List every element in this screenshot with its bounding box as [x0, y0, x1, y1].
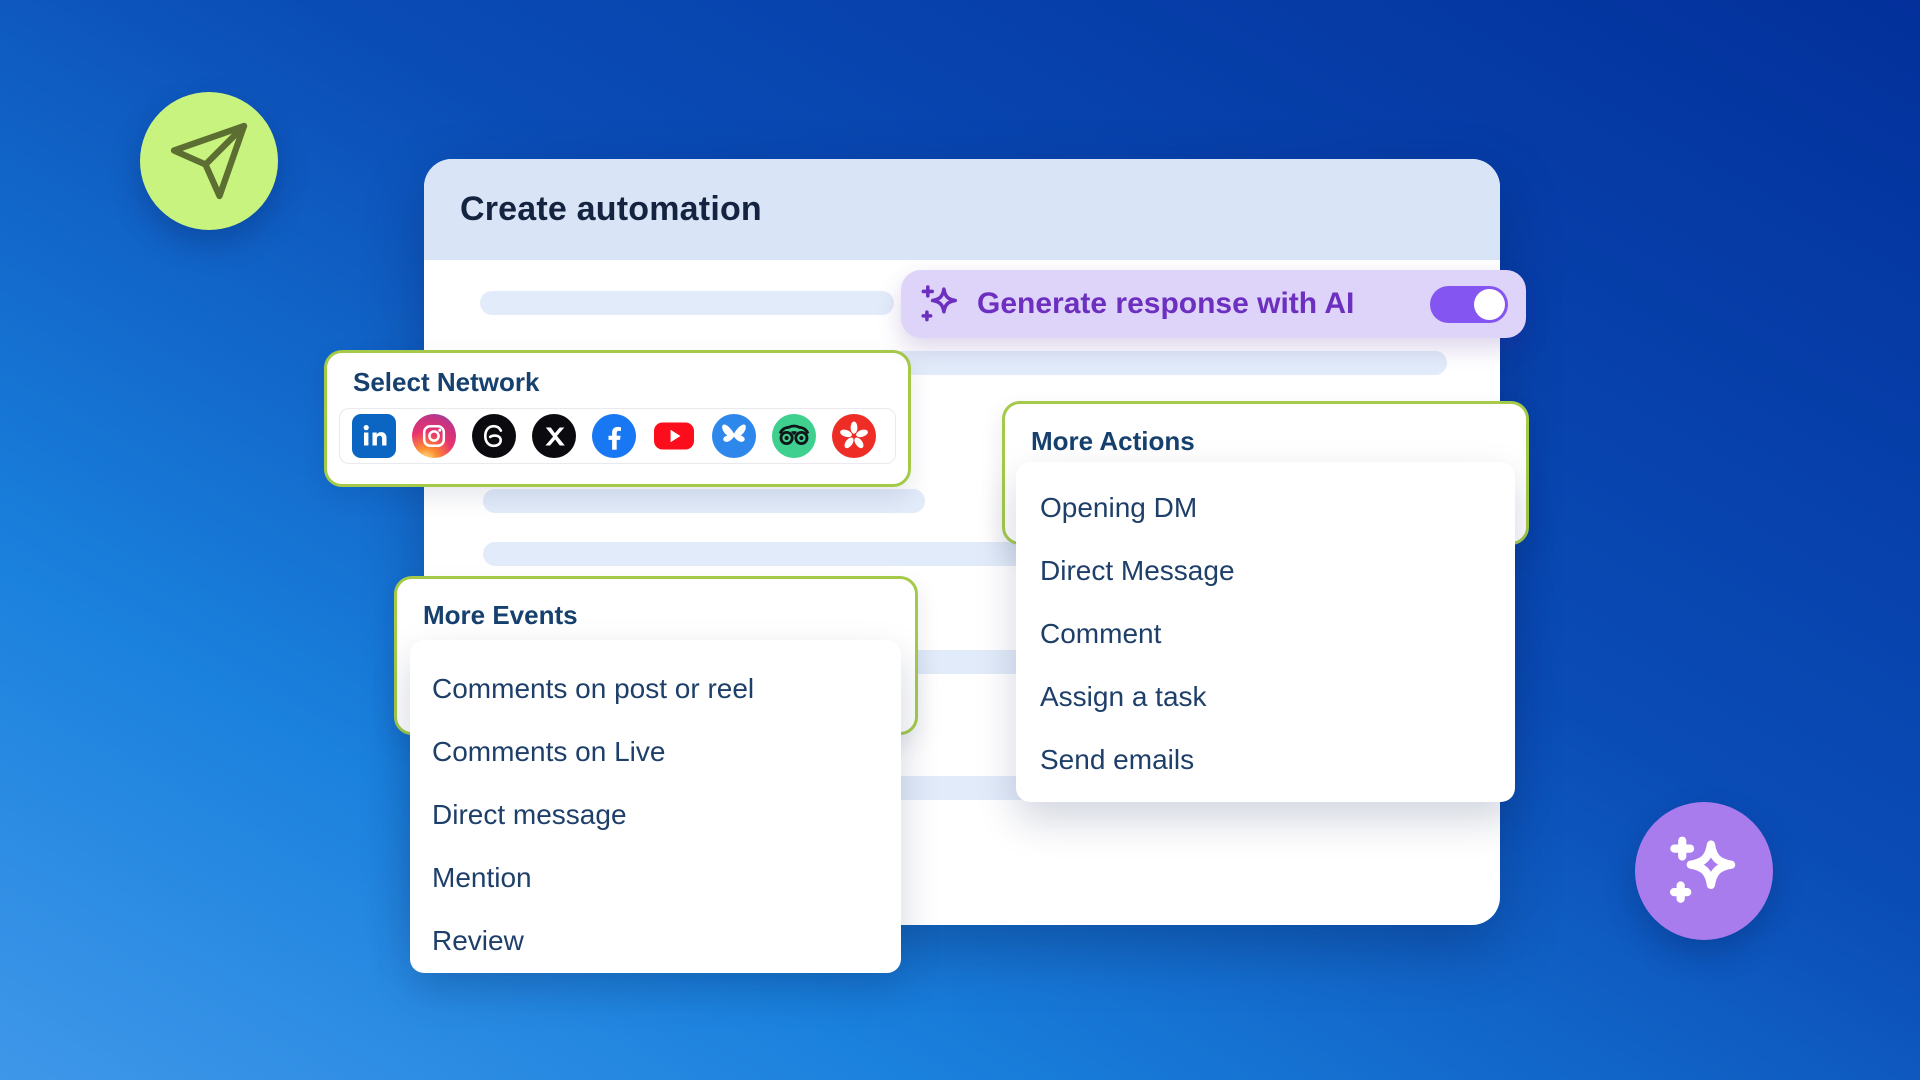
toggle-knob	[1474, 289, 1505, 320]
send-icon	[167, 119, 251, 203]
menu-item-send-emails[interactable]: Send emails	[1016, 728, 1515, 791]
tripadvisor-icon[interactable]	[772, 414, 816, 458]
menu-item-assign-task[interactable]: Assign a task	[1016, 665, 1515, 728]
network-strip	[339, 408, 896, 464]
more-actions-label: More Actions	[1031, 426, 1195, 457]
more-events-menu: Comments on post or reel Comments on Liv…	[410, 640, 901, 973]
card-header: Create automation	[424, 159, 1500, 260]
sparkle-badge	[1635, 802, 1773, 940]
menu-item-opening-dm[interactable]: Opening DM	[1016, 476, 1515, 539]
skeleton-bar	[483, 489, 925, 513]
x-icon[interactable]	[532, 414, 576, 458]
sparkle-icon	[1663, 830, 1745, 912]
instagram-icon[interactable]	[412, 414, 456, 458]
menu-item-comments-post-reel[interactable]: Comments on post or reel	[410, 657, 901, 720]
menu-item-comment[interactable]: Comment	[1016, 602, 1515, 665]
more-actions-menu: Opening DM Direct Message Comment Assign…	[1016, 462, 1515, 802]
page-title: Create automation	[460, 190, 762, 229]
ai-sparkle-icon	[917, 281, 963, 327]
facebook-icon[interactable]	[592, 414, 636, 458]
ai-toggle[interactable]	[1430, 286, 1508, 323]
linkedin-icon[interactable]	[352, 414, 396, 458]
menu-item-direct-message[interactable]: Direct message	[410, 783, 901, 846]
yelp-icon[interactable]	[832, 414, 876, 458]
page-background: Create automation Generate response with…	[0, 0, 1920, 1080]
ai-toggle-label: Generate response with AI	[977, 287, 1416, 321]
threads-icon[interactable]	[472, 414, 516, 458]
send-badge	[140, 92, 278, 230]
menu-item-comments-live[interactable]: Comments on Live	[410, 720, 901, 783]
skeleton-bar	[480, 291, 894, 315]
more-events-label: More Events	[423, 600, 578, 631]
select-network-panel: Select Network	[324, 350, 911, 487]
youtube-icon[interactable]	[652, 414, 696, 458]
menu-item-mention[interactable]: Mention	[410, 846, 901, 909]
select-network-label: Select Network	[353, 367, 539, 398]
bluesky-icon[interactable]	[712, 414, 756, 458]
menu-item-direct-message[interactable]: Direct Message	[1016, 539, 1515, 602]
menu-item-review[interactable]: Review	[410, 909, 901, 972]
generate-ai-pill: Generate response with AI	[901, 270, 1526, 338]
